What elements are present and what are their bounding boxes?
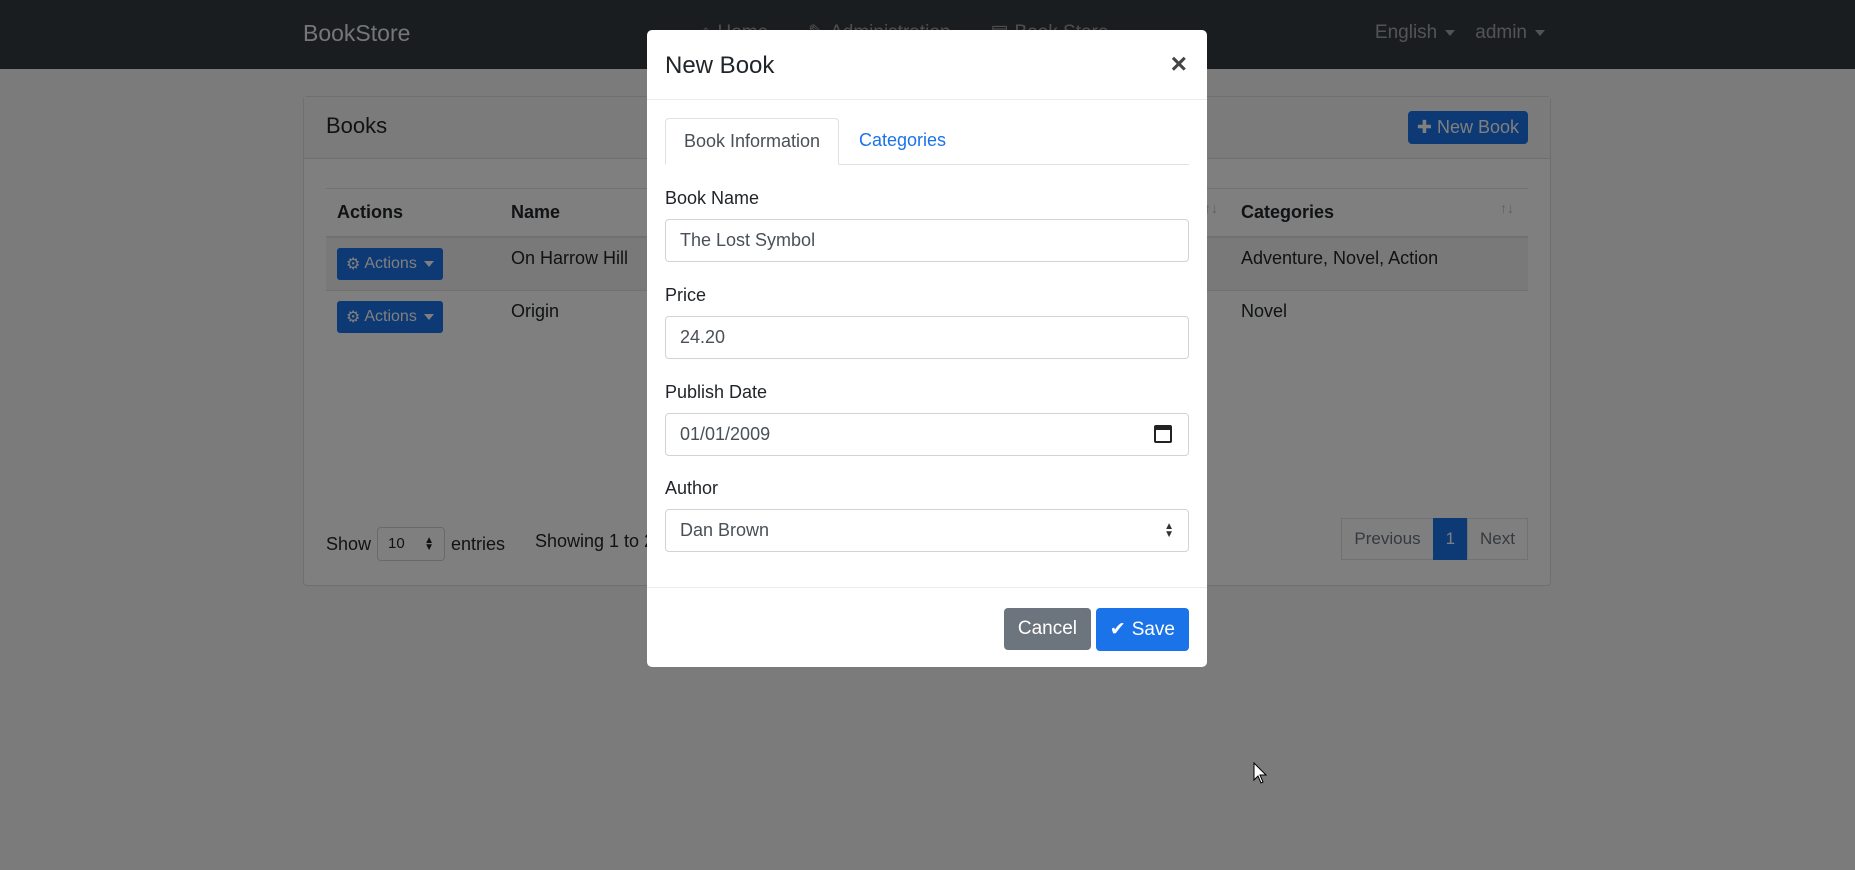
book-name-input[interactable]: The Lost Symbol: [665, 219, 1189, 262]
tab-book-information[interactable]: Book Information: [665, 118, 840, 165]
modal-footer: Cancel ✔ Save: [647, 587, 1207, 667]
mouse-cursor-icon: [1253, 762, 1268, 784]
modal-tabs: Book Information Categories: [665, 118, 1189, 165]
publish-date-label: Publish Date: [665, 382, 768, 402]
tab-categories[interactable]: Categories: [841, 118, 964, 165]
price-input[interactable]: 24.20: [665, 316, 1189, 359]
publish-date-input[interactable]: 01/01/2009: [665, 413, 1189, 456]
save-button[interactable]: ✔ Save: [1095, 608, 1189, 651]
check-icon: ✔: [1109, 619, 1126, 640]
price-label: Price: [665, 285, 707, 305]
author-select[interactable]: Dan Brown ▲ ▼: [665, 509, 1189, 552]
calendar-icon[interactable]: [1154, 425, 1172, 443]
cancel-button[interactable]: Cancel: [1003, 608, 1091, 650]
author-label: Author: [665, 478, 719, 498]
modal-title: New Book: [665, 52, 775, 79]
book-name-label: Book Name: [665, 188, 760, 208]
new-book-modal: New Book × Book Information Categories B…: [647, 30, 1207, 667]
modal-header: New Book ×: [647, 30, 1207, 100]
select-arrows-icon: ▲▼: [1164, 521, 1174, 540]
close-icon[interactable]: ×: [1171, 48, 1187, 80]
